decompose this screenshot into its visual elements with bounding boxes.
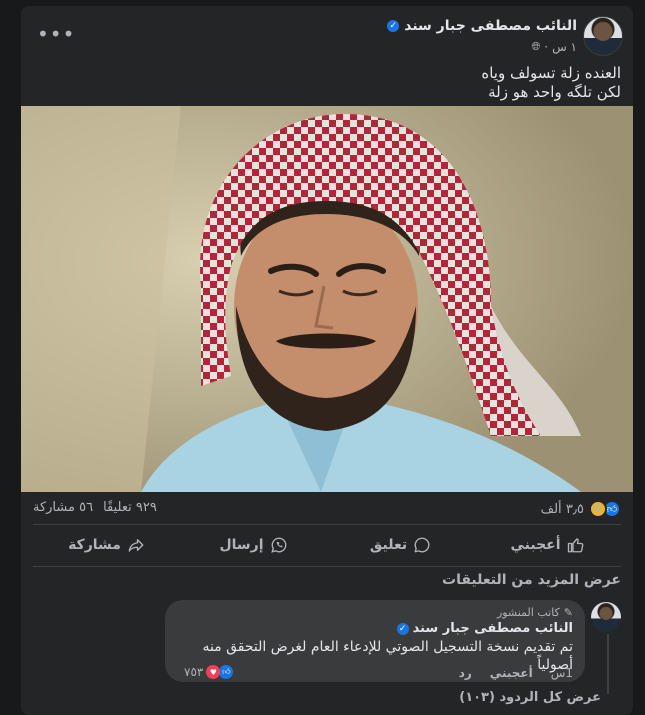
author-line: النائب مصطفى جبار سند ✓ (387, 18, 577, 34)
comment-like-link[interactable]: أعجبني (490, 666, 533, 680)
send-button[interactable]: إرسال (180, 530, 327, 560)
author-avatar[interactable] (583, 16, 623, 56)
post-image[interactable] (21, 106, 633, 492)
post-time[interactable]: ١ س (552, 40, 577, 54)
pencil-icon: ✎ (563, 606, 573, 619)
post-text-line: لكن تلگه واحد هو زلة (488, 83, 621, 101)
thumbs-up-icon (567, 538, 583, 553)
comment-reply-link[interactable]: رد (459, 666, 472, 680)
comment-author-avatar[interactable] (591, 602, 621, 632)
view-more-comments-link[interactable]: عرض المزيد من التعليقات (442, 572, 621, 588)
divider (33, 566, 621, 567)
love-reaction-icon: ♥ (206, 665, 221, 679)
comment-name-line: النائب مصطفى جبار سند ✓ (177, 621, 573, 636)
reactions-count[interactable]: ٣٫٥ ألف (541, 502, 584, 517)
author-badge: ✎ كاتب المنشور (177, 606, 573, 619)
more-options-icon[interactable]: ••• (37, 22, 75, 46)
post-image-illustration (21, 106, 633, 492)
meta-separator: · (544, 40, 549, 54)
comments-count[interactable]: ٩٢٩ تعليقًا (103, 500, 157, 515)
like-reaction-icon: 👍︎ (219, 665, 234, 679)
verified-badge-icon: ✓ (387, 20, 400, 32)
share-label: مشاركة (68, 537, 121, 553)
author-badge-label: كاتب المنشور (496, 606, 560, 619)
comment-label: تعليق (369, 537, 408, 553)
post-card: النائب مصطفى جبار سند ✓ ١ س · 🌐︎ ••• الع… (21, 6, 633, 715)
engagement-counts: ٩٢٩ تعليقًا ٥٦ مشاركة (33, 500, 157, 515)
like-label: أعجبني (510, 537, 561, 553)
comment-bubble-icon (414, 537, 430, 553)
comment-button[interactable]: تعليق (327, 530, 474, 560)
shares-count[interactable]: ٥٦ مشاركة (33, 500, 93, 515)
post-actions: أعجبني تعليق إرسال مشاركة (33, 530, 621, 560)
post-stats: 👍︎ 😆︎ ٣٫٥ ألف ٩٢٩ تعليقًا ٥٦ مشاركة (21, 500, 633, 522)
globe-icon: 🌐︎ (531, 40, 541, 53)
comment-author-name[interactable]: النائب مصطفى جبار سند (413, 621, 573, 636)
comment-meta: 1س أعجبني رد (459, 666, 573, 680)
haha-reaction-icon: 😆︎ (589, 500, 607, 518)
post-text: العنده زلة تسولف وياه لكن تلگه واحد هو ز… (31, 64, 621, 102)
like-button[interactable]: أعجبني (474, 530, 621, 560)
author-name[interactable]: النائب مصطفى جبار سند (404, 18, 577, 34)
share-arrow-icon (128, 539, 144, 552)
comment-time[interactable]: 1س (551, 666, 573, 680)
comment-reactions[interactable]: 👍︎ ♥ ٧٥٣ (179, 664, 239, 680)
send-label: إرسال (219, 537, 264, 553)
verified-badge-icon: ✓ (396, 622, 409, 635)
divider (33, 524, 621, 525)
whatsapp-icon (270, 537, 286, 553)
post-header: النائب مصطفى جبار سند ✓ ١ س · 🌐︎ ••• (21, 16, 633, 60)
comment-reaction-count: ٧٥٣ (184, 665, 204, 679)
thread-line (607, 634, 609, 694)
share-button[interactable]: مشاركة (33, 530, 180, 560)
post-text-line: العنده زلة تسولف وياه (481, 64, 621, 82)
post-meta: ١ س · 🌐︎ (531, 40, 577, 54)
view-all-replies-link[interactable]: عرض كل الردود (١٠٣) (459, 690, 601, 705)
reactions-summary[interactable]: 👍︎ 😆︎ ٣٫٥ ألف (541, 500, 621, 518)
